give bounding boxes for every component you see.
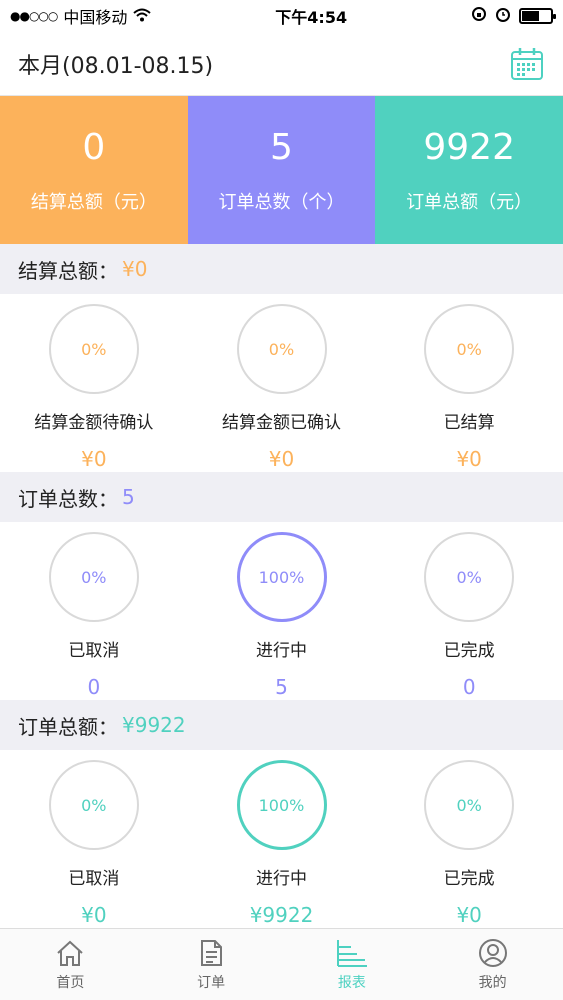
page-header: 本月(08.01-08.15) [0,32,563,96]
stat-value: 0 [87,675,101,699]
bottom-tab-bar: 首页 订单 报表 我的 [0,928,563,1000]
stat-item[interactable]: 100% 进行中 5 [188,522,376,700]
stat-label: 结算金额已确认 [222,413,341,433]
summary-value: 0 [82,126,106,168]
wifi-icon [133,7,152,26]
percent-ring: 0% [236,304,327,394]
stat-item[interactable]: 0% 已取消 ¥0 [0,750,188,928]
tab-label: 报表 [337,974,366,991]
stat-item[interactable]: 0% 结算金额已确认 ¥0 [188,294,376,472]
tab-orders[interactable]: 订单 [141,929,282,1000]
tab-label: 我的 [478,974,507,991]
calendar-button[interactable] [507,44,547,84]
stat-label: 进行中 [256,869,307,889]
stat-value: ¥0 [81,903,107,927]
percent-ring: 0% [48,532,139,622]
section-header-order-amount: 订单总额： ¥9922 [0,700,563,750]
stat-value: ¥0 [268,447,295,471]
stat-label: 已完成 [443,869,495,889]
percent-ring: 0% [424,304,515,394]
status-time: 下午4:54 [275,8,348,27]
section-title: 订单总数： [18,486,118,511]
stat-label: 进行中 [256,641,307,661]
stat-value: 5 [275,675,288,699]
percent-ring: 0% [48,760,139,850]
section-body-order-count: 0% 已取消 0 100% 进行中 5 0% 已完成 0 [0,522,563,700]
summary-label: 订单总数（个） [218,191,345,213]
stat-label: 已结算 [443,413,495,433]
rotation-lock-icon [471,6,487,26]
alarm-icon [495,6,511,26]
stat-item[interactable]: 0% 已取消 0 [0,522,188,700]
section-body-order-amount: 0% 已取消 ¥0 100% 进行中 ¥9922 0% 已完成 ¥0 [0,750,563,928]
tab-home[interactable]: 首页 [0,929,141,1000]
home-icon [57,940,84,966]
stat-value: ¥0 [81,447,107,471]
summary-card-order-amount: 9922 订单总额（元） [375,96,563,244]
summary-value: 9922 [423,126,515,168]
tab-profile[interactable]: 我的 [422,929,563,1000]
section-title: 结算总额： [18,258,118,283]
stat-label: 结算金额待确认 [34,413,154,433]
status-bar: ●●○○○ 中国移动 下午4:54 [0,0,563,32]
signal-strength: ●●○○○ [10,9,58,23]
section-amount: ¥9922 [122,713,186,737]
section-body-settlement: 0% 结算金额待确认 ¥0 0% 结算金额已确认 ¥0 0% 已结算 ¥0 [0,294,563,472]
summary-card-order-count: 5 订单总数（个） [187,96,376,244]
stat-item[interactable]: 0% 结算金额待确认 ¥0 [0,294,188,472]
section-header-order-count: 订单总数： 5 [0,472,563,522]
stat-item[interactable]: 0% 已完成 ¥0 [375,750,563,928]
summary-value: 5 [270,126,293,168]
section-amount: ¥0 [122,257,148,281]
summary-card-settlement: 0 结算总额（元） [0,96,188,244]
tab-reports[interactable]: 报表 [282,929,423,1000]
section-header-settlement: 结算总额： ¥0 [0,244,563,294]
stat-label: 已取消 [68,641,120,661]
stat-value: ¥0 [456,447,482,471]
summary-label: 订单总额（元） [406,191,533,213]
stat-value: ¥9922 [249,903,314,927]
carrier-name: 中国移动 [63,8,128,27]
stat-item[interactable]: 100% 进行中 ¥9922 [188,750,376,928]
summary-cards: 0 结算总额（元） 5 订单总数（个） 9922 订单总额（元） [0,96,563,244]
section-title: 订单总额： [18,714,118,739]
tab-label: 首页 [56,974,85,991]
section-amount: 5 [122,485,135,509]
tab-label: 订单 [197,974,226,991]
stat-item[interactable]: 0% 已结算 ¥0 [375,294,563,472]
report-chart-icon [336,939,367,967]
battery-icon [519,8,556,24]
percent-ring: 100% [236,760,327,850]
percent-ring: 0% [48,304,139,394]
stat-label: 已取消 [68,869,120,889]
order-document-icon [201,939,223,966]
calendar-icon [511,47,543,80]
stat-value: 0 [462,675,476,699]
percent-ring: 100% [236,532,327,622]
summary-label: 结算总额（元） [30,191,157,213]
percent-ring: 0% [424,532,515,622]
stat-value: ¥0 [456,903,482,927]
period-title: 本月(08.01-08.15) [18,53,214,79]
stat-item[interactable]: 0% 已完成 0 [375,522,563,700]
profile-icon [478,938,507,967]
stat-label: 已完成 [443,641,495,661]
percent-ring: 0% [424,760,515,850]
